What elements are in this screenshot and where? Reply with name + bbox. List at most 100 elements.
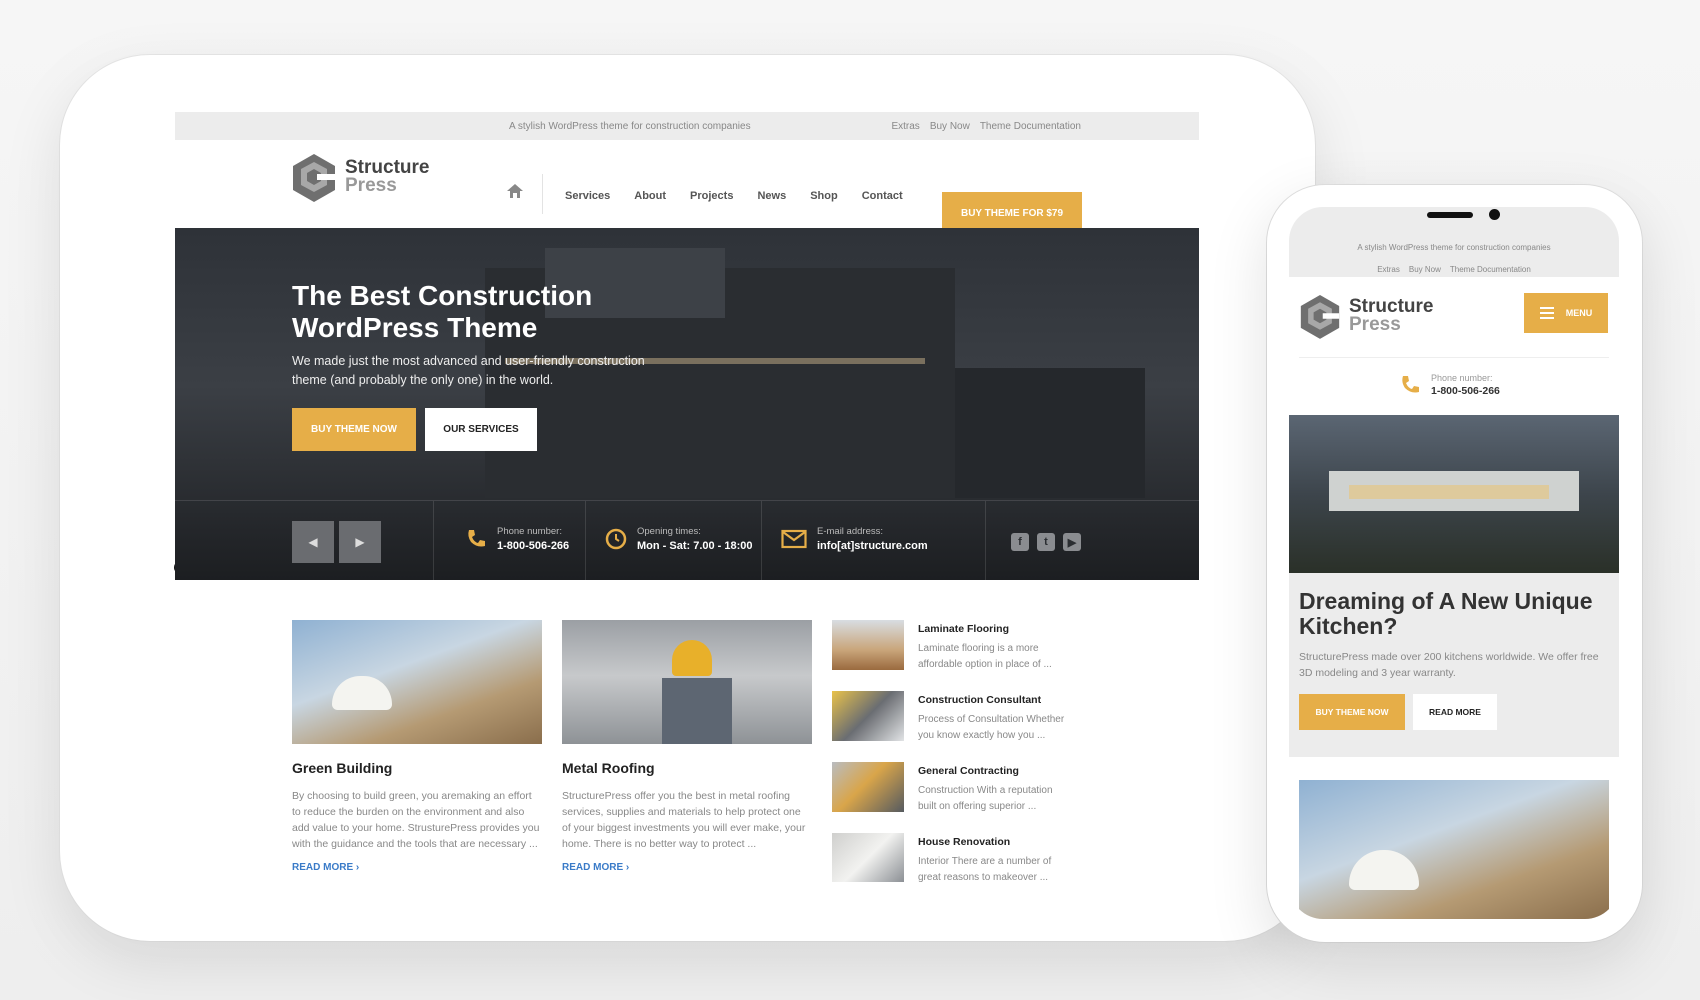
phone-device: A stylish WordPress theme for constructi… [1267,185,1642,942]
promo-title: Dreaming of A New Unique Kitchen? [1299,588,1593,639]
phone-value: 1-800-506-266 [497,540,570,552]
item-text: Laminate flooring is a more affordable o… [918,643,1052,670]
nav-contact[interactable]: Contact [862,190,903,202]
hero-title: The Best Construction WordPress Theme [292,280,593,343]
logo-hex-icon [293,154,335,202]
phone-label: Phone number: [1431,373,1493,383]
twitter-icon[interactable]: t [1037,533,1055,551]
card-image[interactable] [292,620,542,744]
promo-box: Dreaming of A New Unique Kitchen? Struct… [1289,573,1619,757]
hamburger-icon [1539,307,1554,319]
home-icon[interactable] [507,184,523,198]
phone-icon [468,530,485,547]
item-text: Construction With a reputation built on … [918,785,1053,812]
nav-shop[interactable]: Shop [810,190,838,202]
info-divider [761,501,762,580]
our-services-button[interactable]: OUR SERVICES [425,408,537,451]
item-text: Interior There are a number of great rea… [918,856,1052,882]
read-more-link[interactable]: READ MORE › [562,862,812,873]
green-building-image[interactable] [1299,780,1609,919]
info-divider [585,501,586,580]
clock-icon [605,528,627,550]
top-links: Extras Buy Now Theme Documentation [891,121,1081,132]
youtube-icon[interactable]: ▶ [1063,533,1081,551]
nav-divider [542,174,543,214]
nav-news[interactable]: News [757,190,786,202]
phone-camera [1489,209,1500,220]
card-title[interactable]: Green Building [292,760,542,776]
hero-slider: The Best Construction WordPress Theme We… [175,228,1199,580]
top-link-buy-now[interactable]: Buy Now [1409,265,1441,274]
site-header: Structure Press Services About Projects … [175,140,1199,235]
menu-label: MENU [1565,308,1593,318]
card-image[interactable] [562,620,812,744]
list-item[interactable]: Laminate Flooring Laminate flooring is a … [832,620,1072,691]
info-phone: Phone number: 1-800-506-266 [465,526,569,552]
kitchen-house-image [1289,415,1619,573]
hero-info-bar: ◀ ▶ Phone number: 1-800-506-266 Opening t… [175,500,1199,580]
logo[interactable]: Structure Press [291,152,429,202]
top-link-documentation[interactable]: Theme Documentation [980,121,1081,132]
info-divider [985,501,986,580]
hours-value: Mon - Sat: 7.00 - 18:00 [637,540,753,552]
item-title: House Renovation [918,836,1011,848]
phone-label: Phone number: [497,526,562,537]
top-link-documentation[interactable]: Theme Documentation [1450,265,1531,274]
list-item[interactable]: General Contracting Construction With a r… [832,762,1072,833]
slider-prev-button[interactable]: ◀ [292,521,334,563]
phone-top-links: Extras Buy Now Theme Documentation [1289,265,1619,274]
services-section: Green Building By choosing to build gree… [175,580,1199,882]
tagline: A stylish WordPress theme for constructi… [509,121,751,132]
email-label: E-mail address: [817,526,883,537]
card-green-building: Green Building By choosing to build gree… [292,620,542,873]
top-link-extras[interactable]: Extras [891,121,919,132]
thumbnail-image [832,762,904,812]
list-item[interactable]: Construction Consultant Process of Consul… [832,691,1072,762]
nav-about[interactable]: About [634,190,666,202]
worker-image [662,678,732,744]
phone-tagline: A stylish WordPress theme for constructi… [1357,243,1551,252]
social-links: f t ▶ [1011,533,1081,551]
hard-hat-image [332,676,392,710]
phone-contact: Phone number: 1-800-506-266 [1399,373,1500,397]
top-link-extras[interactable]: Extras [1377,265,1400,274]
facebook-icon[interactable]: f [1011,533,1029,551]
phone-value: 1-800-506-266 [1431,385,1500,397]
promo-text: StructurePress made over 200 kitchens wo… [1299,651,1599,679]
logo-text-press: Press [1349,314,1401,335]
phone-logo[interactable]: Structure Press [1299,293,1433,339]
phone-screen: A stylish WordPress theme for constructi… [1289,207,1619,919]
buy-theme-now-button[interactable]: BUY THEME NOW [292,408,416,451]
nav-projects[interactable]: Projects [690,190,733,202]
thumbnail-image [832,620,904,670]
item-text: Process of Consultation Whether you know… [918,714,1065,741]
card-text: By choosing to build green, you aremakin… [292,790,540,850]
item-title: Construction Consultant [918,694,1042,706]
read-more-button[interactable]: READ MORE [1413,694,1497,730]
email-value: info[at]structure.com [817,540,928,552]
phone-speaker [1427,212,1473,218]
hours-label: Opening times: [637,526,701,537]
house-lights [1349,485,1549,499]
service-list: Laminate Flooring Laminate flooring is a … [832,620,1072,882]
logo-text-press: Press [345,175,397,196]
list-item[interactable]: House Renovation Interior There are a num… [832,833,1072,882]
top-bar: A stylish WordPress theme for constructi… [175,112,1199,140]
mail-icon [781,529,807,549]
nav-services[interactable]: Services [565,190,610,202]
item-title: Laminate Flooring [918,623,1010,635]
thumbnail-image [832,833,904,882]
card-metal-roofing: Metal Roofing StructurePress offer you t… [562,620,812,873]
buy-theme-now-button[interactable]: BUY THEME NOW [1299,694,1405,730]
divider [1299,357,1609,358]
logo-hex-icon [1300,295,1340,339]
info-divider [433,501,434,580]
info-hours: Opening times: Mon - Sat: 7.00 - 18:00 [605,526,753,552]
worker-helmet-image [672,640,712,676]
phone-icon [1402,376,1419,393]
menu-button[interactable]: MENU [1524,293,1608,333]
card-title[interactable]: Metal Roofing [562,760,812,776]
top-link-buy-now[interactable]: Buy Now [930,121,970,132]
slider-next-button[interactable]: ▶ [339,521,381,563]
read-more-link[interactable]: READ MORE › [292,862,542,873]
